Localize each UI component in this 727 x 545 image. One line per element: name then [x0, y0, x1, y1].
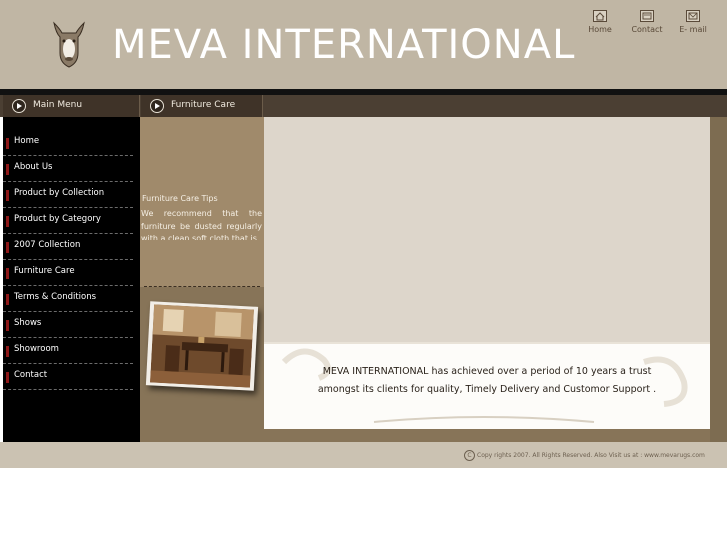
menu-item-label: Terms & Conditions [14, 292, 97, 302]
menu-item-label: 2007 Collection [14, 240, 81, 250]
banner-line-1: MEVA INTERNATIONAL has achieved over a p… [322, 366, 652, 377]
letter-icon [686, 10, 700, 22]
menu-item-shows[interactable]: Shows [3, 311, 133, 338]
top-nav-home[interactable]: Home [580, 10, 620, 34]
card-icon [640, 10, 654, 22]
dining-room-image [150, 304, 254, 388]
menu-bullet [6, 320, 9, 331]
menu-item-furniture-care[interactable]: Furniture Care [3, 259, 133, 286]
top-nav-email-label: E- mail [679, 25, 707, 34]
site-footer: C Copy rights 2007. All Rights Reserved.… [0, 442, 727, 468]
menu-bullet [6, 294, 9, 305]
menu-bullet [6, 346, 9, 357]
tips-panel: Furniture Care Tips We recommend that th… [140, 117, 264, 287]
tips-divider [144, 286, 260, 287]
furniture-care-column: Furniture Care Tips We recommend that th… [140, 117, 264, 442]
arrow-circle-icon [150, 99, 164, 113]
house-icon [593, 10, 607, 22]
content-bottom-strip [264, 429, 710, 442]
main-content-panel: MEVA INTERNATIONAL has achieved over a p… [264, 117, 710, 429]
menu-item-terms-conditions[interactable]: Terms & Conditions [3, 285, 133, 312]
site-header: MEVA INTERNATIONAL Home Contact E- mail [0, 0, 727, 89]
menu-item-label: Shows [14, 318, 42, 328]
tips-scroll-text[interactable]: We recommend that the furniture be duste… [141, 208, 262, 240]
menu-bullet [6, 138, 9, 149]
menu-item-label: Showroom [14, 344, 59, 354]
tips-title: Furniture Care Tips [142, 194, 218, 203]
main-menu-heading: Main Menu [3, 95, 140, 117]
main-menu: Home About Us Product by Collection Prod… [3, 117, 140, 442]
menu-bullet [6, 164, 9, 175]
menu-bullet [6, 216, 9, 227]
brand-title: MEVA INTERNATIONAL [112, 22, 576, 68]
main-menu-heading-label: Main Menu [33, 100, 83, 110]
menu-bullet [6, 242, 9, 253]
menu-item-label: Contact [14, 370, 48, 380]
top-nav-contact-label: Contact [631, 25, 663, 34]
arrow-circle-icon [12, 99, 26, 113]
menu-bullet [6, 372, 9, 383]
furniture-care-heading-label: Furniture Care [171, 100, 236, 110]
furniture-care-heading: Furniture Care [141, 95, 263, 117]
menu-item-label: Product by Collection [14, 188, 105, 198]
menu-bullet [6, 190, 9, 201]
trust-banner: MEVA INTERNATIONAL has achieved over a p… [264, 342, 710, 429]
menu-item-contact[interactable]: Contact [3, 363, 133, 390]
section-header-row: Main Menu Furniture Care [0, 95, 727, 117]
top-nav-home-label: Home [588, 25, 612, 34]
top-nav-email[interactable]: E- mail [673, 10, 713, 34]
menu-item-label: Furniture Care [14, 266, 75, 276]
right-edge-strip [710, 117, 727, 442]
menu-item-about-us[interactable]: About Us [3, 155, 133, 182]
footer-copyright-text: Copy rights 2007. All Rights Reserved. A… [477, 452, 705, 459]
menu-item-product-by-collection[interactable]: Product by Collection [3, 181, 133, 208]
menu-item-label: Product by Category [14, 214, 101, 224]
bull-head-logo-icon[interactable] [52, 19, 86, 69]
furniture-photo [145, 301, 259, 391]
menu-item-label: Home [14, 136, 40, 146]
menu-item-showroom[interactable]: Showroom [3, 337, 133, 364]
menu-bullet [6, 268, 9, 279]
menu-item-product-by-category[interactable]: Product by Category [3, 207, 133, 234]
menu-item-2007-collection[interactable]: 2007 Collection [3, 233, 133, 260]
copyright-icon: C [464, 450, 475, 461]
banner-line-2: amongst its clients for quality, Timely … [317, 384, 657, 395]
menu-item-label: About Us [14, 162, 53, 172]
top-nav-contact[interactable]: Contact [627, 10, 667, 34]
menu-item-home[interactable]: Home [3, 129, 133, 156]
